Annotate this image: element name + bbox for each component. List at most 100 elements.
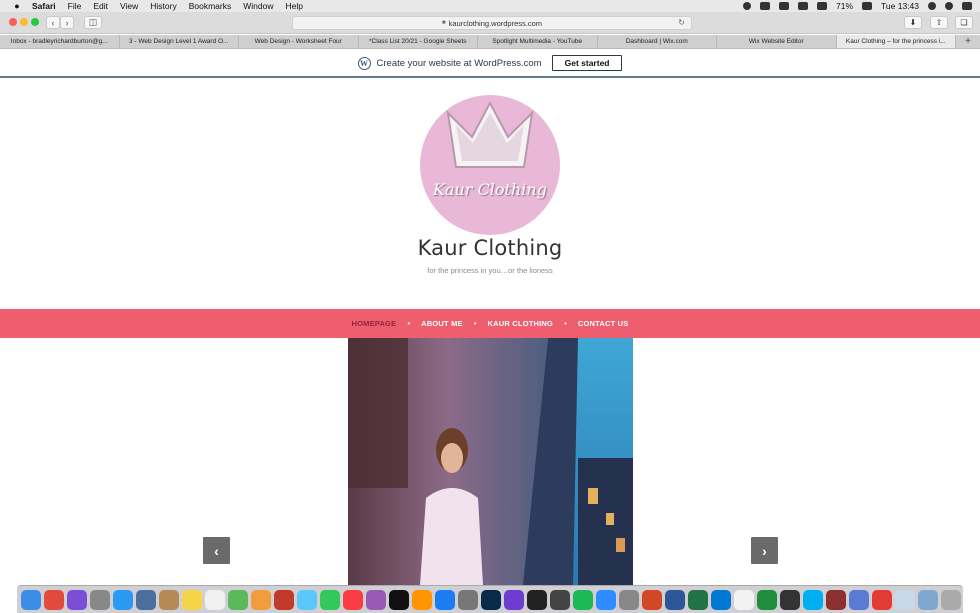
launchpad-icon[interactable] [90, 589, 110, 610]
bluetooth-status-icon[interactable] [779, 2, 790, 10]
powerpoint-icon[interactable] [642, 589, 662, 610]
share-button[interactable]: ⇧ [930, 16, 948, 29]
tab-web-design-award[interactable]: 3 - Web Design Level 1 Award O... [120, 35, 239, 48]
system-preferences-icon[interactable] [458, 589, 478, 610]
share-icon: ⇧ [935, 18, 943, 27]
spotlight-search-icon[interactable] [928, 2, 936, 10]
wordpress-logo-icon[interactable]: W [357, 56, 371, 70]
menu-help[interactable]: Help [285, 1, 302, 11]
photoshop-icon[interactable] [481, 589, 501, 610]
dictionary-icon[interactable] [826, 589, 846, 610]
nav-contact-us[interactable]: CONTACT US [578, 319, 629, 328]
get-started-button[interactable]: Get started [551, 55, 623, 71]
minimize-window-button[interactable] [20, 18, 28, 26]
calendar-icon[interactable] [734, 589, 754, 610]
quicktime-icon[interactable] [550, 589, 570, 610]
safari-icon[interactable] [113, 589, 133, 610]
stocks-icon[interactable] [527, 589, 547, 610]
slider-prev-button[interactable]: ‹ [203, 537, 230, 564]
apple-menu-icon[interactable]: ● [12, 1, 22, 11]
crown-icon [446, 100, 534, 168]
notification-center-icon[interactable] [962, 2, 972, 10]
browser-toolbar: ‹ › ◫ ■ kaurclothing.wordpress.com ↻ ⬇ ⇧… [0, 12, 980, 34]
tab-worksheet-four[interactable]: Web Design - Worksheet Four [239, 35, 359, 48]
nav-separator: • [407, 319, 411, 328]
photos-icon[interactable] [251, 589, 271, 610]
nav-separator: • [564, 319, 567, 328]
preview-icon[interactable] [136, 589, 156, 610]
creative-cloud-icon[interactable] [872, 589, 892, 610]
chevron-left-icon: ‹ [51, 17, 55, 28]
menu-bookmarks[interactable]: Bookmarks [189, 1, 232, 11]
screenshot-icon[interactable] [619, 589, 639, 610]
outlook-icon[interactable] [711, 589, 731, 610]
battery-percentage[interactable]: 71% [836, 1, 853, 11]
reload-icon[interactable]: ↻ [678, 18, 685, 27]
menu-edit[interactable]: Edit [93, 1, 108, 11]
notes-icon[interactable] [182, 589, 202, 610]
skype-icon[interactable] [803, 589, 823, 610]
hero-slider-image [348, 338, 633, 585]
nav-about-me[interactable]: ABOUT ME [421, 319, 463, 328]
creative-cloud-status-icon[interactable] [743, 2, 752, 10]
menu-view[interactable]: View [120, 1, 138, 11]
new-tab-button[interactable]: + [956, 35, 980, 48]
contacts-icon[interactable] [159, 589, 179, 610]
forward-button[interactable]: › [60, 16, 74, 29]
site-logo[interactable]: Kaur Clothing [420, 95, 560, 235]
tab-wix-dashboard[interactable]: Dashboard | Wix.com [598, 35, 717, 48]
close-window-button[interactable] [9, 18, 17, 26]
reminders-icon[interactable] [205, 589, 225, 610]
siri-icon[interactable] [67, 589, 87, 610]
tab-class-list[interactable]: *Class List 20/21 - Google Sheets [359, 35, 478, 48]
classroom-icon[interactable] [757, 589, 777, 610]
menu-app-name[interactable]: Safari [32, 1, 56, 11]
menu-window[interactable]: Window [243, 1, 273, 11]
menu-history[interactable]: History [150, 1, 176, 11]
app-store-icon[interactable] [435, 589, 455, 610]
spotify-icon[interactable] [573, 589, 593, 610]
photo-booth-icon[interactable] [274, 589, 294, 610]
fullscreen-window-button[interactable] [31, 18, 39, 26]
menu-clock[interactable]: Tue 13:43 [881, 1, 919, 11]
menu-file[interactable]: File [68, 1, 82, 11]
books-icon[interactable] [412, 589, 432, 610]
music-icon[interactable] [343, 589, 363, 610]
dropbox-status-icon[interactable] [760, 2, 771, 10]
wifi-icon[interactable] [798, 2, 809, 10]
sidebar-toggle-button[interactable]: ◫ [84, 16, 102, 29]
tab-spotlight-youtube[interactable]: Spotlight Multimedia - YouTube [478, 35, 598, 48]
chrome-icon[interactable] [44, 589, 64, 610]
messages-icon[interactable] [297, 589, 317, 610]
address-bar[interactable]: ■ kaurclothing.wordpress.com ↻ [292, 16, 692, 30]
airplay-icon[interactable] [817, 2, 828, 10]
lock-icon: ■ [442, 20, 446, 26]
excel-icon[interactable] [688, 589, 708, 610]
mail-folder-icon[interactable] [918, 589, 938, 610]
zoom-icon[interactable] [596, 589, 616, 610]
maps-icon[interactable] [228, 589, 248, 610]
downloads-button[interactable]: ⬇ [904, 16, 922, 29]
preview-icon-2[interactable] [849, 589, 869, 610]
nav-kaur-clothing[interactable]: KAUR CLOTHING [488, 319, 554, 328]
slider-next-button[interactable]: › [751, 537, 778, 564]
tab-inbox[interactable]: Inbox - bradleyrichardburton@g... [0, 35, 120, 48]
facetime-icon[interactable] [320, 589, 340, 610]
tab-wix-editor[interactable]: Wix Website Editor [717, 35, 837, 48]
back-button[interactable]: ‹ [46, 16, 60, 29]
documents-icon[interactable] [895, 589, 915, 610]
battery-icon[interactable] [862, 2, 873, 10]
podcasts-icon[interactable] [366, 589, 386, 610]
trash-icon[interactable] [941, 589, 961, 610]
imovie-icon[interactable] [504, 589, 524, 610]
site-title[interactable]: Kaur Clothing [0, 236, 980, 260]
user-avatar-icon[interactable] [945, 2, 953, 10]
tab-kaur-clothing[interactable]: Kaur Clothing – for the princess i... [836, 35, 956, 48]
tv-icon[interactable] [389, 589, 409, 610]
word-icon[interactable] [665, 589, 685, 610]
show-tabs-button[interactable]: ❏ [955, 16, 973, 29]
wordpress-banner-text[interactable]: Create your website at WordPress.com [377, 58, 542, 69]
finder-icon[interactable] [21, 589, 41, 610]
screen-recorder-icon[interactable] [780, 589, 800, 610]
nav-homepage[interactable]: HOMEPAGE [352, 319, 397, 328]
